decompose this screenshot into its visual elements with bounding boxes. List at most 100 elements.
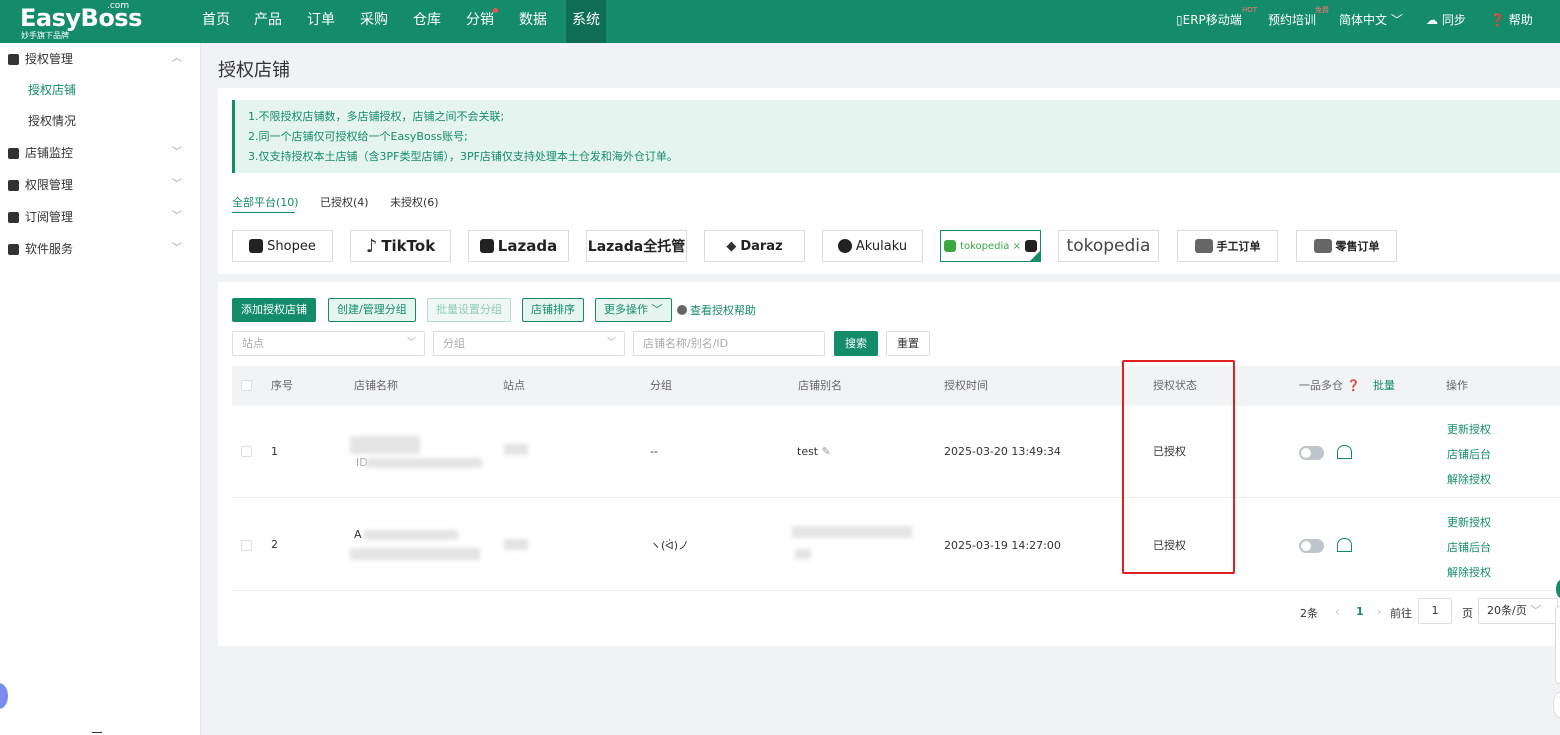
sync-button[interactable]: ☁ 同步	[1426, 0, 1466, 43]
platform-shopee[interactable]: Shopee	[232, 230, 333, 262]
platform-label: Daraz	[740, 238, 783, 254]
warehouse-icon[interactable]	[1337, 445, 1352, 459]
group-select[interactable]: 分组 ﹀	[433, 331, 625, 356]
nav-warehouse[interactable]: 仓库	[407, 0, 447, 43]
update-authorization-link[interactable]: 更新授权	[1447, 421, 1491, 437]
store-backend-link[interactable]: 店铺后台	[1447, 446, 1491, 462]
nav-system[interactable]: 系统	[566, 0, 606, 43]
platform-manual-order[interactable]: 手工订单	[1177, 230, 1278, 262]
prev-page-icon[interactable]: ‹	[1335, 605, 1339, 618]
multi-warehouse-toggle[interactable]	[1299, 539, 1324, 553]
page-size-select[interactable]: 20条/页 ﹀	[1478, 598, 1558, 624]
table-row: 1 ID -- test ✎ 2025-03-20 13:49:34 已授权 更…	[232, 406, 1560, 498]
update-authorization-link[interactable]: 更新授权	[1447, 514, 1491, 530]
page-number-current[interactable]: 1	[1356, 605, 1364, 618]
floating-badge[interactable]	[1556, 580, 1560, 598]
language-label: 简体中文	[1339, 13, 1388, 27]
tab-all-platforms[interactable]: 全部平台(10)	[232, 194, 299, 210]
platform-label: Akulaku	[855, 238, 908, 254]
batch-link[interactable]: 批量	[1373, 366, 1395, 406]
tab-unauthorized[interactable]: 未授权(6)	[390, 194, 439, 210]
column-header: 站点	[503, 379, 525, 392]
platform-tokopedia-tiktok[interactable]: tokopedia ×	[940, 230, 1041, 262]
create-manage-group-button[interactable]: 创建/管理分组	[328, 298, 416, 322]
active-tab-indicator	[232, 212, 295, 213]
platform-akulaku[interactable]: Akulaku	[822, 230, 923, 262]
add-authorized-store-button[interactable]: 添加授权店铺	[232, 298, 316, 322]
column-header: 一品多仓 ❓	[1299, 366, 1360, 406]
sidebar-item-authorization[interactable]: 授权管理 ︿	[0, 43, 200, 75]
sidebar-item-permission[interactable]: 权限管理 ﹀	[0, 169, 200, 201]
platform-lazada[interactable]: Lazada	[468, 230, 569, 262]
tokopedia-owl-icon	[944, 240, 957, 252]
row-checkbox[interactable]	[241, 446, 252, 457]
keyword-input[interactable]: 店铺名称/别名/ID	[633, 331, 825, 356]
column-header: 分组	[650, 379, 672, 392]
row-checkbox[interactable]	[241, 540, 252, 551]
platform-lazada-full-managed[interactable]: Lazada全托管	[586, 230, 687, 262]
site-select[interactable]: 站点 ﹀	[232, 331, 425, 356]
logo-tagline: 妙手旗下品牌	[21, 31, 69, 40]
row-index: 1	[271, 445, 278, 458]
nav-distribution[interactable]: 分销	[460, 0, 500, 43]
sidebar-item-subscription[interactable]: 订阅管理 ﹀	[0, 201, 200, 233]
goto-page-input[interactable]: 1	[1418, 598, 1452, 624]
training-link[interactable]: 预约培训	[1268, 0, 1316, 43]
platform-tiktok[interactable]: ♪ TikTok	[350, 230, 451, 262]
sidebar-item-store-monitor[interactable]: 店铺监控 ﹀	[0, 137, 200, 169]
chevron-down-icon: ﹀	[172, 211, 182, 222]
nav-order[interactable]: 订单	[301, 0, 341, 43]
sidebar: 授权管理 ︿ 授权店铺 授权情况 店铺监控 ﹀ 权限管理 ﹀ 订阅管理 ﹀ 软件…	[0, 43, 201, 735]
search-button[interactable]: 搜索	[834, 331, 878, 356]
floating-assistant-button[interactable]	[0, 683, 8, 709]
nav-home[interactable]: 首页	[196, 0, 236, 43]
nav-purchase[interactable]: 采购	[354, 0, 394, 43]
batch-set-group-button[interactable]: 批量设置分组	[427, 298, 511, 322]
platform-label: tokopedia	[1066, 236, 1151, 256]
authorization-help-link[interactable]: 查看授权帮助	[677, 302, 756, 318]
column-header: 操作	[1446, 379, 1468, 392]
sidebar-item-label: 软件服务	[25, 242, 74, 256]
sidebar-item-software-service[interactable]: 软件服务 ﹀	[0, 233, 200, 265]
edit-pencil-icon[interactable]: ✎	[822, 445, 831, 458]
select-all-checkbox[interactable]	[241, 380, 252, 391]
platform-label: 手工订单	[1216, 240, 1261, 253]
row-index: 2	[271, 538, 278, 551]
platform-tokopedia[interactable]: tokopedia	[1058, 230, 1159, 262]
language-select[interactable]: 简体中文 ﹀	[1339, 0, 1403, 43]
chevron-down-icon: ﹀	[172, 147, 182, 158]
platform-daraz[interactable]: ◆ Daraz	[704, 230, 805, 262]
nav-data[interactable]: 数据	[513, 0, 553, 43]
keyword-placeholder: 店铺名称/别名/ID	[643, 337, 729, 350]
question-icon	[677, 305, 687, 315]
store-backend-link[interactable]: 店铺后台	[1447, 539, 1491, 555]
multi-warehouse-toggle[interactable]	[1299, 446, 1324, 460]
store-name-redacted	[350, 436, 420, 454]
more-actions-button[interactable]: 更多操作 ﹀	[595, 298, 672, 322]
help-button[interactable]: ❓ 帮助	[1490, 0, 1533, 43]
floating-tool-panel[interactable]	[1555, 606, 1560, 684]
revoke-authorization-link[interactable]: 解除授权	[1447, 564, 1491, 580]
warehouse-icon[interactable]	[1337, 538, 1352, 552]
platform-retail-order[interactable]: 零售订单	[1296, 230, 1397, 262]
question-icon: ❓	[1490, 13, 1505, 27]
store-monitor-icon	[8, 148, 19, 159]
reset-button[interactable]: 重置	[886, 331, 930, 356]
alias-text: test	[797, 445, 819, 458]
site-redacted	[504, 444, 528, 455]
next-page-icon[interactable]: ›	[1377, 605, 1381, 618]
subscription-icon	[8, 212, 19, 223]
nav-product[interactable]: 产品	[248, 0, 288, 43]
sidebar-sub-authorized-stores[interactable]: 授权店铺	[28, 74, 76, 106]
lazada-heart-icon	[479, 239, 494, 253]
cloud-icon: ☁	[1426, 13, 1438, 27]
sidebar-sub-authorization-status[interactable]: 授权情况	[28, 105, 76, 137]
erp-mobile-link[interactable]: ▯ERP移动端	[1176, 0, 1242, 43]
tab-authorized[interactable]: 已授权(4)	[320, 194, 369, 210]
easyboss-logo[interactable]: .com EasyBoss 妙手旗下品牌	[20, 2, 150, 42]
store-name-prefix: A	[354, 528, 362, 541]
floating-circle-button[interactable]	[1553, 692, 1560, 718]
store-sort-button[interactable]: 店铺排序	[522, 298, 584, 322]
page-size-value: 20条/页	[1487, 604, 1527, 617]
revoke-authorization-link[interactable]: 解除授权	[1447, 471, 1491, 487]
